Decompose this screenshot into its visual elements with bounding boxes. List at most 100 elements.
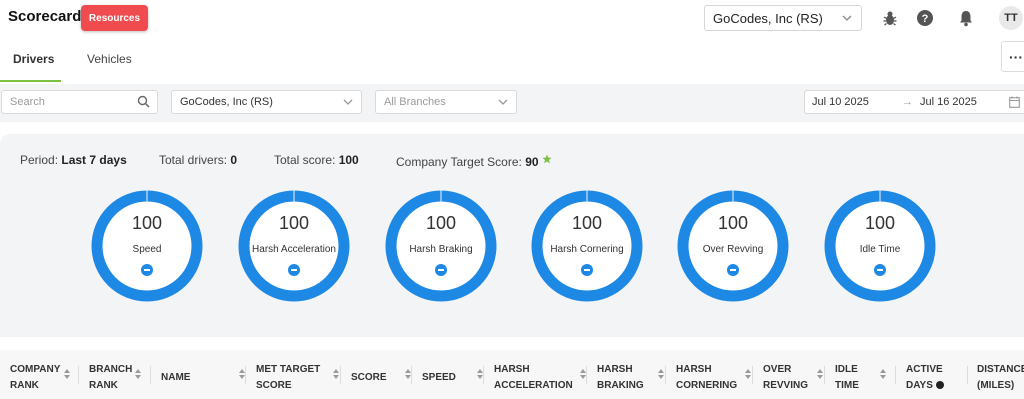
column-header[interactable]: ACTIVE DAYS bbox=[906, 362, 944, 394]
minus-circle-icon[interactable] bbox=[288, 264, 300, 276]
score-gauge: 100 Speed bbox=[90, 189, 204, 303]
date-from: Jul 10 2025 bbox=[812, 96, 869, 108]
column-header[interactable]: SCORE bbox=[351, 370, 387, 386]
minus-circle-icon[interactable] bbox=[727, 264, 739, 276]
column-header-line1: SPEED bbox=[422, 372, 456, 383]
branches-placeholder: All Branches bbox=[384, 96, 446, 108]
company-select-value: GoCodes, Inc (RS) bbox=[713, 11, 823, 26]
column-header-line2: BRAKING bbox=[597, 380, 644, 391]
column-divider bbox=[895, 366, 896, 384]
gauge-label: Harsh Cornering bbox=[550, 244, 624, 255]
column-divider bbox=[483, 366, 484, 384]
column-header[interactable]: COMPANY RANK bbox=[10, 362, 60, 394]
chevron-down-icon bbox=[497, 96, 509, 111]
total-drivers-summary: Total drivers: 0 bbox=[159, 153, 237, 167]
column-header[interactable]: NAME bbox=[161, 370, 190, 386]
column-header[interactable]: HARSH BRAKING bbox=[597, 362, 644, 394]
sort-icon[interactable] bbox=[64, 369, 71, 380]
column-divider bbox=[150, 366, 151, 384]
column-header-line2: TIME bbox=[835, 380, 859, 391]
calendar-icon bbox=[1009, 96, 1020, 111]
total-score-summary: Total score: 100 bbox=[274, 153, 359, 167]
date-range-picker[interactable]: Jul 10 2025 → Jul 16 2025 bbox=[804, 90, 1024, 114]
column-divider bbox=[340, 366, 341, 384]
column-divider bbox=[752, 366, 753, 384]
column-header-line1: COMPANY bbox=[10, 364, 61, 375]
more-options-button[interactable]: ··· bbox=[1001, 41, 1024, 72]
column-header-line2: CORNERING bbox=[676, 380, 738, 391]
sort-icon[interactable] bbox=[658, 369, 665, 380]
column-divider bbox=[78, 366, 79, 384]
gauge-value: 100 bbox=[717, 213, 749, 233]
gauge-label: Over Revving bbox=[702, 244, 764, 255]
gauge-value: 100 bbox=[131, 213, 163, 233]
gauge-value: 100 bbox=[864, 213, 896, 233]
minus-circle-icon[interactable] bbox=[581, 264, 593, 276]
column-header-line1: HARSH bbox=[494, 364, 530, 375]
column-header-line1: NAME bbox=[161, 372, 191, 383]
score-gauge: 100 Harsh Acceleration bbox=[237, 189, 351, 303]
period-summary: Period: Last 7 days bbox=[20, 153, 127, 167]
column-header-line1: IDLE bbox=[835, 364, 858, 375]
target-score-label: Company Target Score: bbox=[396, 155, 522, 169]
minus-circle-icon[interactable] bbox=[874, 264, 886, 276]
gauge-label: Speed bbox=[132, 244, 162, 255]
company-select[interactable]: GoCodes, Inc (RS) bbox=[704, 5, 862, 31]
sort-icon[interactable] bbox=[817, 369, 824, 380]
company-filter-value: GoCodes, Inc (RS) bbox=[180, 96, 273, 108]
minus-circle-icon[interactable] bbox=[141, 264, 153, 276]
column-divider bbox=[411, 366, 412, 384]
score-summary-panel: Period: Last 7 days Total drivers: 0 Tot… bbox=[0, 134, 1024, 337]
info-icon[interactable] bbox=[935, 381, 944, 389]
minus-circle-icon[interactable] bbox=[435, 264, 447, 276]
star-icon bbox=[542, 153, 552, 167]
date-arrow: → bbox=[902, 96, 913, 108]
score-gauge: 100 Idle Time bbox=[823, 189, 937, 303]
column-header[interactable]: IDLE TIME bbox=[835, 362, 859, 394]
sort-icon[interactable] bbox=[135, 369, 142, 380]
column-header-line2: ACCELERATION bbox=[494, 380, 573, 391]
column-header-line1: MET TARGET bbox=[256, 364, 321, 375]
column-header-line2: DAYS bbox=[906, 380, 933, 391]
column-header[interactable]: BRANCH RANK bbox=[89, 362, 132, 394]
column-header[interactable]: HARSH ACCELERATION bbox=[494, 362, 573, 394]
total-drivers-value: 0 bbox=[230, 153, 238, 167]
tab-drivers[interactable]: Drivers bbox=[13, 52, 54, 66]
column-header[interactable]: DISTANCE (MILES) bbox=[977, 362, 1024, 394]
gauge-label: Idle Time bbox=[859, 244, 901, 255]
bug-icon[interactable] bbox=[880, 8, 900, 28]
column-divider bbox=[665, 366, 666, 384]
total-drivers-label: Total drivers: bbox=[159, 153, 228, 167]
gauge-label: Harsh Acceleration bbox=[252, 244, 336, 255]
tab-vehicles[interactable]: Vehicles bbox=[87, 52, 132, 66]
chevron-down-icon bbox=[841, 12, 853, 27]
column-header[interactable]: MET TARGET SCORE bbox=[256, 362, 320, 394]
column-header-line1: ACTIVE bbox=[906, 364, 943, 375]
search-input[interactable]: Search bbox=[1, 90, 158, 114]
search-placeholder: Search bbox=[10, 96, 45, 108]
target-score-summary: Company Target Score: 90 bbox=[396, 153, 552, 169]
column-header[interactable]: SPEED bbox=[422, 370, 456, 386]
column-header[interactable]: OVER REVVING bbox=[763, 362, 808, 394]
column-header[interactable]: HARSH CORNERING bbox=[676, 362, 737, 394]
avatar[interactable]: TT bbox=[999, 6, 1023, 30]
column-header-line1: OVER bbox=[763, 364, 792, 375]
column-divider bbox=[967, 366, 968, 384]
help-icon[interactable]: ? bbox=[915, 8, 935, 28]
column-header-line2: (MILES) bbox=[977, 380, 1015, 391]
company-filter-select[interactable]: GoCodes, Inc (RS) bbox=[171, 90, 362, 114]
total-score-label: Total score: bbox=[274, 153, 336, 167]
resources-button[interactable]: Resources bbox=[81, 5, 148, 31]
drivers-table-header: COMPANY RANK BRANCH RANK NAME MET TARGET SCORE… bbox=[0, 350, 1024, 399]
tab-bar: Drivers Vehicles ··· bbox=[0, 40, 1024, 84]
svg-text:?: ? bbox=[922, 13, 929, 25]
branches-filter-select[interactable]: All Branches bbox=[375, 90, 517, 114]
gauge-value: 100 bbox=[571, 213, 603, 233]
total-score-value: 100 bbox=[338, 153, 359, 167]
column-header-line1: DISTANCE bbox=[977, 364, 1024, 375]
bell-icon[interactable] bbox=[956, 8, 976, 28]
sort-icon[interactable] bbox=[880, 369, 887, 380]
sort-icon[interactable] bbox=[333, 369, 340, 380]
top-bar: Scorecard Resources GoCodes, Inc (RS) ? … bbox=[0, 0, 1024, 36]
sort-icon[interactable] bbox=[745, 369, 752, 380]
